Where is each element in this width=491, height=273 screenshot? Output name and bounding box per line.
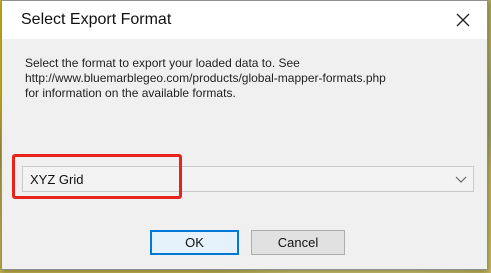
- chevron-down-icon: [455, 176, 467, 183]
- description-line: Select the format to export your loaded …: [25, 56, 300, 70]
- description-link-line: http://www.bluemarblegeo.com/products/gl…: [25, 71, 386, 85]
- close-icon: [456, 13, 470, 27]
- dialog-title: Select Export Format: [21, 11, 172, 28]
- title-bar: Select Export Format: [2, 1, 487, 39]
- export-format-select[interactable]: XYZ Grid: [22, 166, 474, 192]
- export-format-value: XYZ Grid: [30, 171, 84, 187]
- cancel-button[interactable]: Cancel: [251, 230, 345, 255]
- ok-button[interactable]: OK: [150, 230, 239, 255]
- dialog-description: Select the format to export your loaded …: [25, 56, 475, 101]
- close-button[interactable]: [449, 7, 477, 33]
- description-line: for information on the available formats…: [25, 86, 236, 100]
- select-export-format-dialog: Select Export Format Select the format t…: [1, 0, 488, 270]
